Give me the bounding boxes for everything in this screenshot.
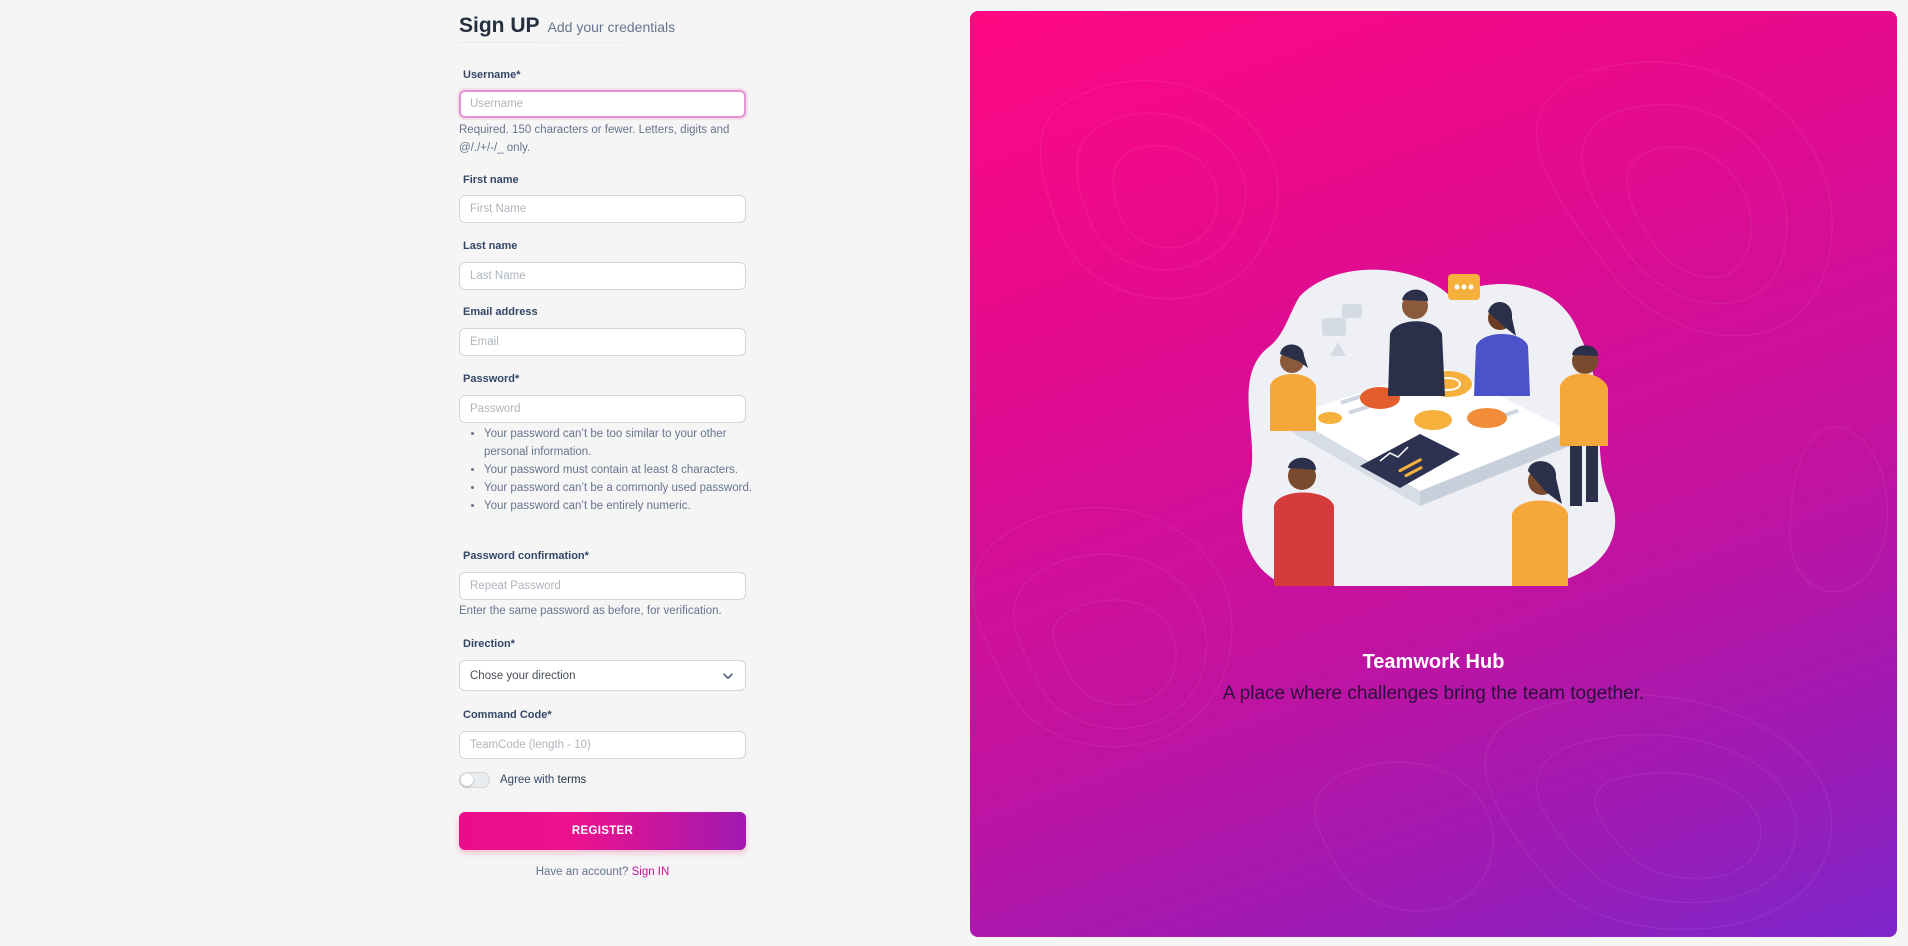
direction-label: Direction* — [463, 638, 515, 650]
password-rule: Your password can’t be entirely numeric. — [484, 497, 754, 515]
username-help: Required. 150 characters or fewer. Lette… — [459, 124, 730, 154]
email-input[interactable] — [459, 328, 746, 356]
agree-terms-label: Agree with terms — [500, 774, 586, 786]
agree-terms-toggle[interactable] — [459, 772, 490, 788]
signin-prompt: Have an account? — [535, 866, 629, 878]
last-name-label: Last name — [463, 240, 518, 252]
page-title: Sign UP — [459, 14, 540, 37]
first-name-label: First name — [463, 174, 519, 186]
form-header: Sign UP Add your credentials — [459, 14, 675, 38]
username-input[interactable] — [459, 90, 746, 118]
password-rule: Your password must contain at least 8 ch… — [484, 461, 754, 479]
command-code-input[interactable] — [459, 731, 746, 759]
signin-row: Have an account? Sign IN — [459, 866, 746, 878]
hero-panel: Teamwork Hub A place where challenges br… — [970, 11, 1897, 937]
header-divider — [459, 42, 759, 43]
direction-select[interactable]: Chose your direction — [459, 660, 746, 691]
agree-terms-row: Agree with terms — [459, 772, 586, 788]
hero-subtitle: A place where challenges bring the team … — [1222, 683, 1645, 704]
hero-title: Teamwork Hub — [1362, 651, 1505, 673]
password-confirm-label: Password confirmation* — [463, 550, 589, 562]
password-label: Password* — [463, 373, 520, 385]
last-name-input[interactable] — [459, 262, 746, 290]
direction-selected-value: Chose your direction — [470, 669, 576, 682]
command-code-label: Command Code* — [463, 709, 552, 721]
teamwork-illustration — [1242, 269, 1616, 586]
password-confirm-help: Enter the same password as before, for v… — [459, 605, 722, 617]
chevron-down-icon — [723, 673, 733, 679]
register-button[interactable]: REGISTER — [459, 812, 746, 850]
agree-text: Agree with — [500, 774, 558, 786]
password-input[interactable] — [459, 395, 746, 423]
terms-link[interactable]: terms — [558, 774, 587, 786]
password-rules: Your password can’t be too similar to yo… — [459, 425, 754, 515]
email-label: Email address — [463, 306, 538, 318]
password-rule: Your password can’t be too similar to yo… — [484, 425, 754, 461]
password-rule: Your password can’t be a commonly used p… — [484, 479, 754, 497]
first-name-input[interactable] — [459, 195, 746, 223]
toggle-knob — [461, 774, 473, 786]
username-label: Username* — [463, 69, 521, 81]
signin-link[interactable]: Sign IN — [632, 866, 670, 878]
password-confirm-input[interactable] — [459, 572, 746, 600]
page-subtitle: Add your credentials — [547, 19, 676, 35]
